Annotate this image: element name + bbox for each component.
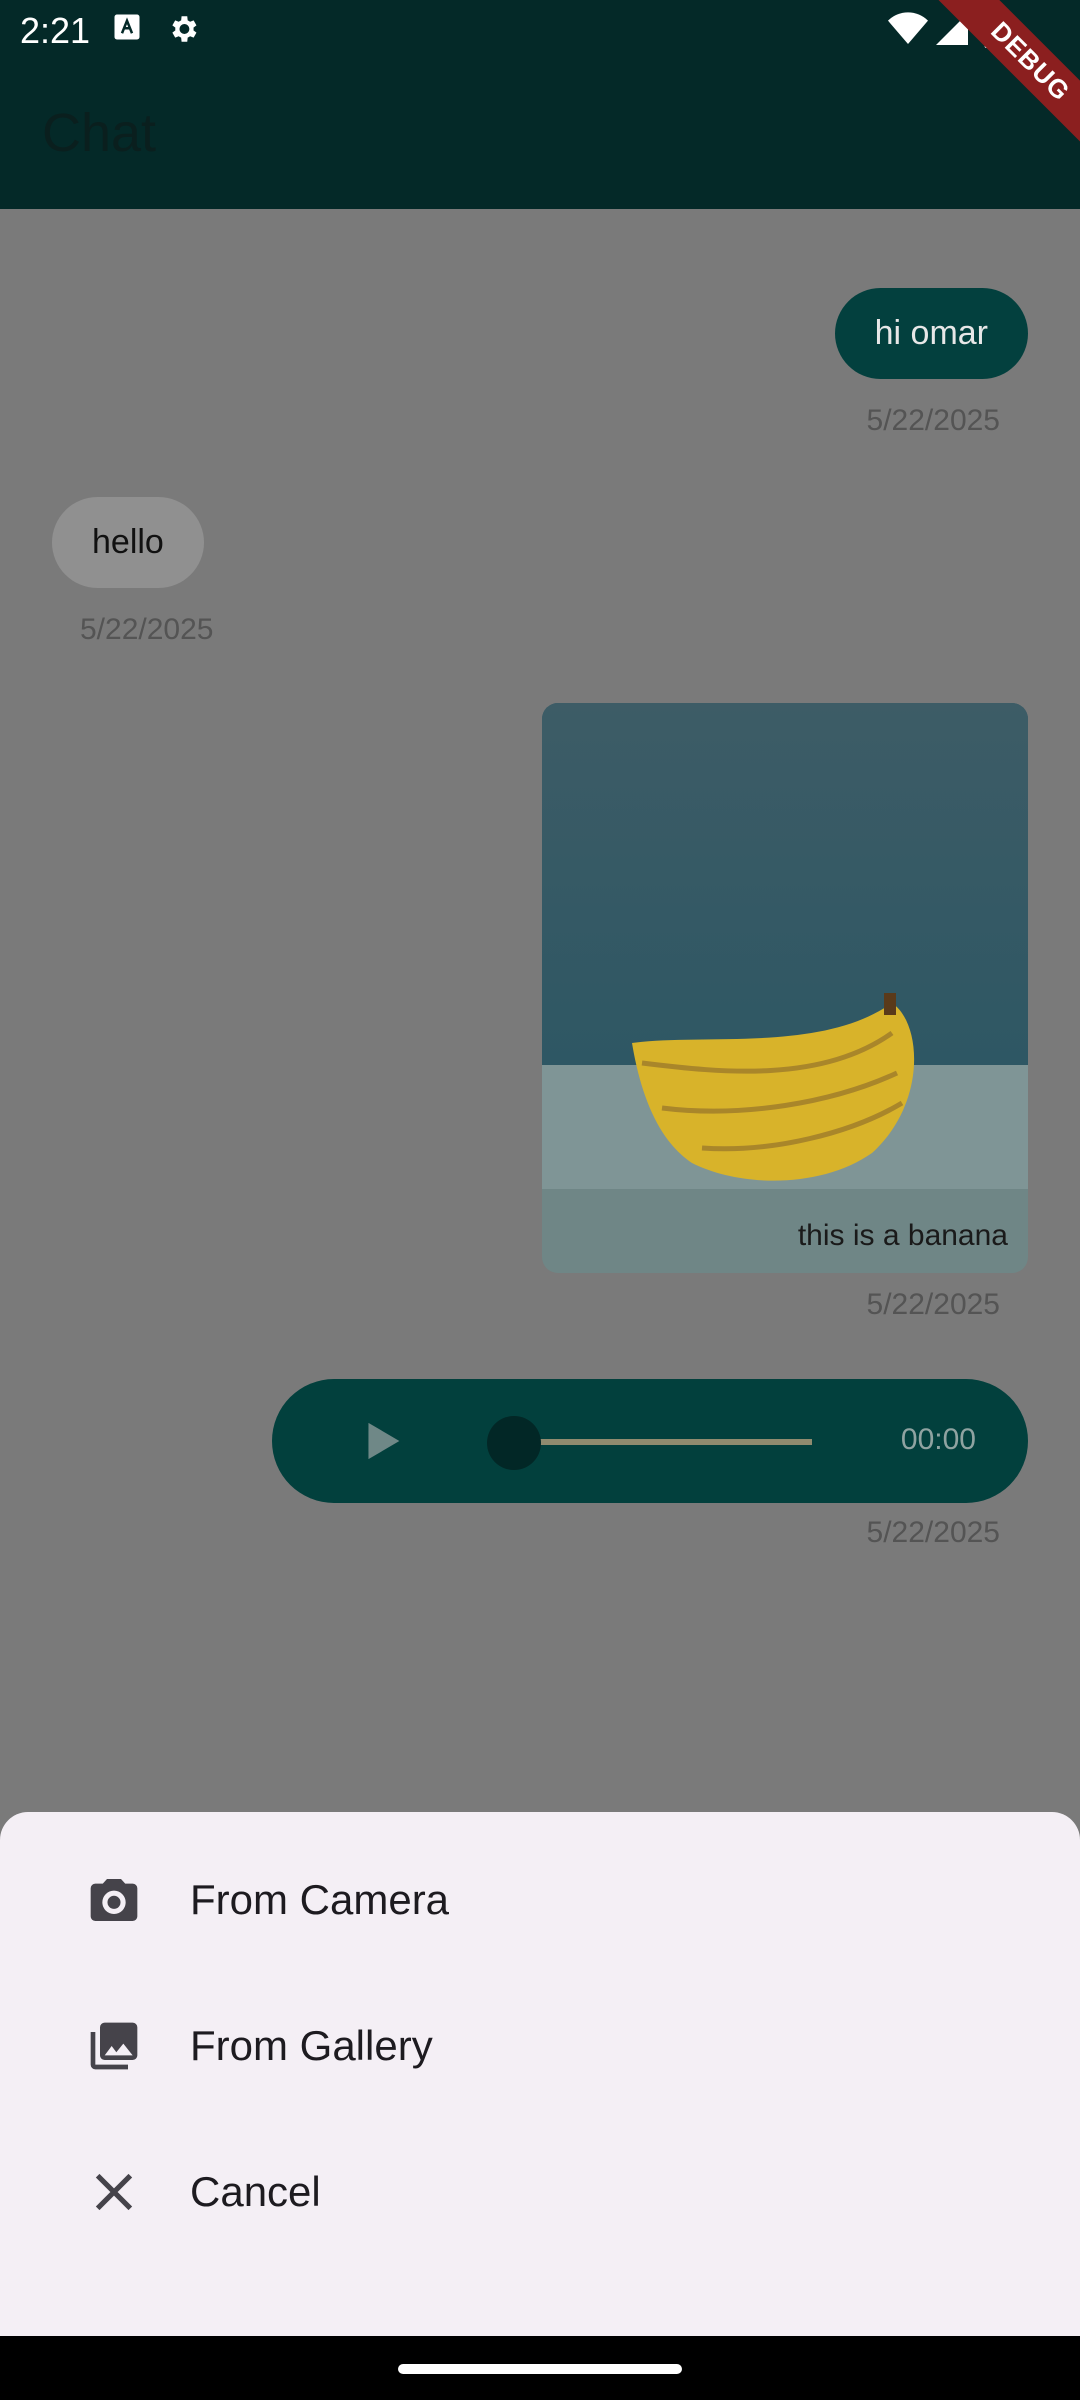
- image-caption: this is a banana: [797, 1219, 1008, 1252]
- from-gallery-option[interactable]: From Gallery: [0, 1974, 1080, 2114]
- message-timestamp: 5/22/2025: [866, 404, 1000, 437]
- text-a-icon: [112, 12, 142, 47]
- image-source-sheet: From Camera From Gallery Cancel: [0, 1812, 1080, 2336]
- gesture-nav-bar: [0, 2336, 1080, 2400]
- message-text: hi omar: [874, 314, 988, 352]
- audio-duration: 00:00: [900, 1423, 976, 1456]
- message-text: hello: [92, 523, 164, 561]
- status-bar: 2:21: [0, 0, 1080, 62]
- cancel-option[interactable]: Cancel: [0, 2120, 1080, 2260]
- wifi-icon: [888, 12, 928, 51]
- camera-icon: [86, 1872, 142, 1928]
- chat-list[interactable]: hi omar 5/22/2025 hello 5/22/2025 this i…: [0, 209, 1080, 1809]
- cancel-label: Cancel: [190, 2168, 321, 2215]
- gallery-icon: [86, 2018, 142, 2074]
- from-gallery-label: From Gallery: [190, 2022, 433, 2069]
- from-camera-label: From Camera: [190, 1876, 450, 1923]
- message-timestamp: 5/22/2025: [866, 1288, 1000, 1321]
- play-icon[interactable]: [364, 1421, 402, 1466]
- page-title: Chat: [42, 103, 157, 163]
- image-message[interactable]: this is a banana: [542, 703, 1028, 1273]
- close-icon: [86, 2164, 142, 2220]
- banana-photo[interactable]: [542, 703, 1028, 1189]
- banana-image: [632, 993, 915, 1181]
- home-indicator[interactable]: [398, 2364, 682, 2374]
- status-time: 2:21: [20, 10, 91, 51]
- message-bubble-outgoing[interactable]: hi omar: [834, 288, 1028, 379]
- message-bubble-incoming[interactable]: hello: [52, 497, 204, 588]
- audio-message: 00:00: [272, 1379, 1028, 1503]
- audio-progress-track[interactable]: [512, 1439, 812, 1445]
- message-timestamp: 5/22/2025: [866, 1516, 1000, 1549]
- from-camera-option[interactable]: From Camera: [0, 1828, 1080, 1968]
- app-bar: Chat: [0, 62, 1080, 209]
- settings-gear-icon: [166, 12, 200, 51]
- audio-seek-knob[interactable]: [486, 1415, 542, 1476]
- message-timestamp: 5/22/2025: [80, 613, 214, 646]
